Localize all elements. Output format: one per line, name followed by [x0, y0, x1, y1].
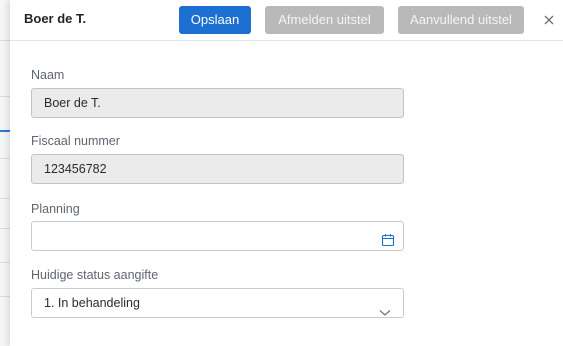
background-divider — [0, 158, 10, 159]
background-divider — [0, 262, 10, 263]
panel-header: Boer de T. Opslaan Afmelden uitstel Aanv… — [10, 0, 563, 41]
background-page — [0, 0, 10, 346]
chevron-down-icon — [379, 299, 391, 316]
name-field: Boer de T. — [31, 88, 404, 118]
calendar-icon[interactable] — [381, 229, 395, 247]
additional-deferral-button[interactable]: Aanvullend uitstel — [398, 6, 524, 34]
status-value: 1. In behandeling — [44, 296, 140, 310]
tax-number-value: 123456782 — [44, 162, 107, 176]
tax-number-label: Fiscaal nummer — [31, 134, 120, 148]
tax-number-field: 123456782 — [31, 154, 404, 184]
status-select[interactable]: 1. In behandeling — [31, 288, 404, 318]
save-button[interactable]: Opslaan — [179, 6, 251, 34]
close-icon[interactable] — [541, 12, 557, 28]
background-divider — [0, 40, 10, 41]
detail-panel: Boer de T. Opslaan Afmelden uitstel Aanv… — [10, 0, 563, 346]
planning-date-input[interactable] — [31, 221, 404, 251]
panel-title: Boer de T. — [24, 11, 87, 26]
planning-label: Planning — [31, 202, 80, 216]
name-label: Naam — [31, 68, 65, 82]
background-divider — [0, 96, 10, 97]
status-label: Huidige status aangifte — [31, 268, 159, 282]
cancel-deferral-button[interactable]: Afmelden uitstel — [265, 6, 384, 34]
name-value: Boer de T. — [44, 96, 101, 110]
background-divider — [0, 198, 10, 199]
background-selected-row-indicator — [0, 130, 10, 132]
background-divider — [0, 296, 10, 297]
background-divider — [0, 228, 10, 229]
